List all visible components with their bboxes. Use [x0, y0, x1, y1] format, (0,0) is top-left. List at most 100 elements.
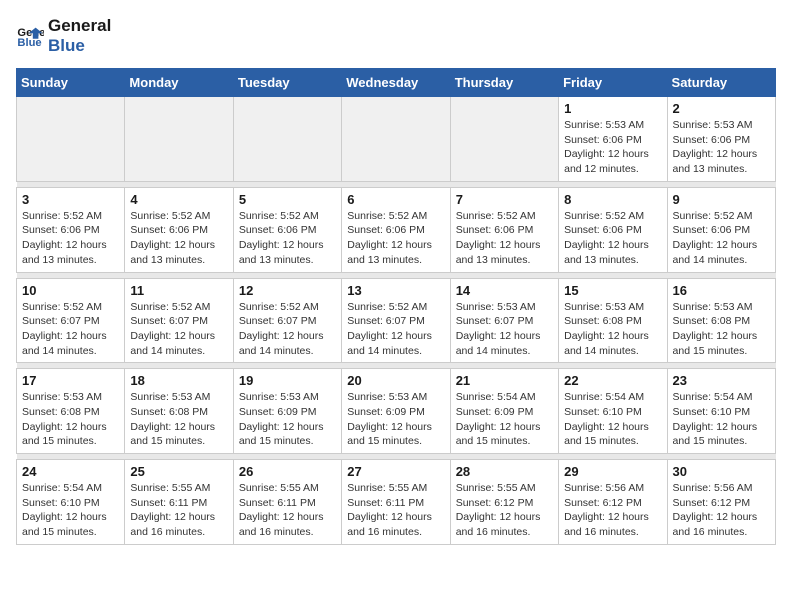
- day-number: 8: [564, 192, 661, 207]
- calendar-cell: [17, 97, 125, 182]
- day-number: 2: [673, 101, 770, 116]
- calendar-cell: 21Sunrise: 5:54 AMSunset: 6:09 PMDayligh…: [450, 369, 558, 454]
- day-header-saturday: Saturday: [667, 69, 775, 97]
- day-info: Sunrise: 5:52 AMSunset: 6:06 PMDaylight:…: [22, 209, 119, 268]
- day-number: 14: [456, 283, 553, 298]
- day-info: Sunrise: 5:52 AMSunset: 6:06 PMDaylight:…: [347, 209, 444, 268]
- day-header-sunday: Sunday: [17, 69, 125, 97]
- day-number: 10: [22, 283, 119, 298]
- calendar-cell: [125, 97, 233, 182]
- calendar-cell: 6 Sunrise: 5:52 AMSunset: 6:06 PMDaylight…: [342, 187, 450, 272]
- day-info: Sunrise: 5:53 AMSunset: 6:07 PMDaylight:…: [456, 300, 553, 359]
- day-number: 7: [456, 192, 553, 207]
- day-info: Sunrise: 5:52 AMSunset: 6:07 PMDaylight:…: [347, 300, 444, 359]
- day-number: 25: [130, 464, 227, 479]
- day-info: Sunrise: 5:56 AMSunset: 6:12 PMDaylight:…: [564, 481, 661, 540]
- day-info: Sunrise: 5:55 AMSunset: 6:11 PMDaylight:…: [347, 481, 444, 540]
- day-number: 23: [673, 373, 770, 388]
- day-number: 13: [347, 283, 444, 298]
- calendar-cell: [233, 97, 341, 182]
- day-header-thursday: Thursday: [450, 69, 558, 97]
- calendar-cell: 16 Sunrise: 5:53 AMSunset: 6:08 PMDayligh…: [667, 278, 775, 363]
- day-info: Sunrise: 5:55 AMSunset: 6:11 PMDaylight:…: [130, 481, 227, 540]
- calendar-cell: 11 Sunrise: 5:52 AMSunset: 6:07 PMDayligh…: [125, 278, 233, 363]
- day-info: Sunrise: 5:55 AMSunset: 6:11 PMDaylight:…: [239, 481, 336, 540]
- calendar-cell: 13 Sunrise: 5:52 AMSunset: 6:07 PMDayligh…: [342, 278, 450, 363]
- day-number: 11: [130, 283, 227, 298]
- day-info: Sunrise: 5:56 AMSunset: 6:12 PMDaylight:…: [673, 481, 770, 540]
- calendar-week-5: 24Sunrise: 5:54 AMSunset: 6:10 PMDayligh…: [17, 460, 776, 545]
- calendar-cell: 4 Sunrise: 5:52 AMSunset: 6:06 PMDaylight…: [125, 187, 233, 272]
- calendar: SundayMondayTuesdayWednesdayThursdayFrid…: [16, 68, 776, 545]
- calendar-cell: 22 Sunrise: 5:54 AMSunset: 6:10 PMDayligh…: [559, 369, 667, 454]
- day-info: Sunrise: 5:53 AMSunset: 6:08 PMDaylight:…: [673, 300, 770, 359]
- calendar-cell: 8 Sunrise: 5:52 AMSunset: 6:06 PMDaylight…: [559, 187, 667, 272]
- day-number: 1: [564, 101, 661, 116]
- calendar-week-4: 17 Sunrise: 5:53 AMSunset: 6:08 PMDayligh…: [17, 369, 776, 454]
- calendar-cell: 1Sunrise: 5:53 AMSunset: 6:06 PMDaylight…: [559, 97, 667, 182]
- day-info: Sunrise: 5:52 AMSunset: 6:07 PMDaylight:…: [130, 300, 227, 359]
- day-info: Sunrise: 5:54 AMSunset: 6:10 PMDaylight:…: [22, 481, 119, 540]
- calendar-cell: 2Sunrise: 5:53 AMSunset: 6:06 PMDaylight…: [667, 97, 775, 182]
- calendar-cell: [450, 97, 558, 182]
- logo-icon: General Blue: [16, 22, 44, 50]
- calendar-cell: 18Sunrise: 5:53 AMSunset: 6:08 PMDayligh…: [125, 369, 233, 454]
- day-number: 20: [347, 373, 444, 388]
- day-number: 12: [239, 283, 336, 298]
- day-info: Sunrise: 5:53 AMSunset: 6:08 PMDaylight:…: [130, 390, 227, 449]
- calendar-cell: 29 Sunrise: 5:56 AMSunset: 6:12 PMDayligh…: [559, 460, 667, 545]
- calendar-cell: [342, 97, 450, 182]
- day-number: 6: [347, 192, 444, 207]
- calendar-week-1: 1Sunrise: 5:53 AMSunset: 6:06 PMDaylight…: [17, 97, 776, 182]
- day-info: Sunrise: 5:54 AMSunset: 6:10 PMDaylight:…: [564, 390, 661, 449]
- calendar-cell: 17 Sunrise: 5:53 AMSunset: 6:08 PMDayligh…: [17, 369, 125, 454]
- day-info: Sunrise: 5:52 AMSunset: 6:07 PMDaylight:…: [22, 300, 119, 359]
- day-number: 15: [564, 283, 661, 298]
- header: General Blue General Blue: [16, 16, 776, 56]
- day-number: 19: [239, 373, 336, 388]
- calendar-cell: 26 Sunrise: 5:55 AMSunset: 6:11 PMDayligh…: [233, 460, 341, 545]
- day-info: Sunrise: 5:52 AMSunset: 6:06 PMDaylight:…: [673, 209, 770, 268]
- day-info: Sunrise: 5:52 AMSunset: 6:06 PMDaylight:…: [564, 209, 661, 268]
- day-number: 21: [456, 373, 553, 388]
- logo-general: General: [48, 16, 111, 36]
- day-number: 9: [673, 192, 770, 207]
- calendar-cell: 15 Sunrise: 5:53 AMSunset: 6:08 PMDayligh…: [559, 278, 667, 363]
- calendar-week-3: 10 Sunrise: 5:52 AMSunset: 6:07 PMDayligh…: [17, 278, 776, 363]
- day-info: Sunrise: 5:55 AMSunset: 6:12 PMDaylight:…: [456, 481, 553, 540]
- calendar-cell: 28 Sunrise: 5:55 AMSunset: 6:12 PMDayligh…: [450, 460, 558, 545]
- calendar-cell: 24Sunrise: 5:54 AMSunset: 6:10 PMDayligh…: [17, 460, 125, 545]
- calendar-cell: 23 Sunrise: 5:54 AMSunset: 6:10 PMDayligh…: [667, 369, 775, 454]
- svg-text:Blue: Blue: [17, 37, 41, 49]
- day-number: 22: [564, 373, 661, 388]
- day-number: 30: [673, 464, 770, 479]
- day-info: Sunrise: 5:54 AMSunset: 6:10 PMDaylight:…: [673, 390, 770, 449]
- day-number: 16: [673, 283, 770, 298]
- day-number: 5: [239, 192, 336, 207]
- day-number: 28: [456, 464, 553, 479]
- day-info: Sunrise: 5:53 AMSunset: 6:09 PMDaylight:…: [347, 390, 444, 449]
- calendar-cell: 19Sunrise: 5:53 AMSunset: 6:09 PMDayligh…: [233, 369, 341, 454]
- calendar-cell: 14 Sunrise: 5:53 AMSunset: 6:07 PMDayligh…: [450, 278, 558, 363]
- day-number: 3: [22, 192, 119, 207]
- day-info: Sunrise: 5:52 AMSunset: 6:06 PMDaylight:…: [239, 209, 336, 268]
- day-info: Sunrise: 5:52 AMSunset: 6:06 PMDaylight:…: [456, 209, 553, 268]
- calendar-cell: 27Sunrise: 5:55 AMSunset: 6:11 PMDayligh…: [342, 460, 450, 545]
- calendar-header-row: SundayMondayTuesdayWednesdayThursdayFrid…: [17, 69, 776, 97]
- calendar-cell: 7 Sunrise: 5:52 AMSunset: 6:06 PMDaylight…: [450, 187, 558, 272]
- calendar-cell: 9 Sunrise: 5:52 AMSunset: 6:06 PMDaylight…: [667, 187, 775, 272]
- calendar-cell: 30 Sunrise: 5:56 AMSunset: 6:12 PMDayligh…: [667, 460, 775, 545]
- day-info: Sunrise: 5:53 AMSunset: 6:08 PMDaylight:…: [564, 300, 661, 359]
- day-header-tuesday: Tuesday: [233, 69, 341, 97]
- day-header-monday: Monday: [125, 69, 233, 97]
- day-info: Sunrise: 5:52 AMSunset: 6:06 PMDaylight:…: [130, 209, 227, 268]
- day-number: 26: [239, 464, 336, 479]
- calendar-cell: 25 Sunrise: 5:55 AMSunset: 6:11 PMDayligh…: [125, 460, 233, 545]
- day-info: Sunrise: 5:53 AMSunset: 6:08 PMDaylight:…: [22, 390, 119, 449]
- day-number: 4: [130, 192, 227, 207]
- day-number: 17: [22, 373, 119, 388]
- day-header-wednesday: Wednesday: [342, 69, 450, 97]
- calendar-cell: 5 Sunrise: 5:52 AMSunset: 6:06 PMDaylight…: [233, 187, 341, 272]
- day-number: 29: [564, 464, 661, 479]
- calendar-week-2: 3 Sunrise: 5:52 AMSunset: 6:06 PMDaylight…: [17, 187, 776, 272]
